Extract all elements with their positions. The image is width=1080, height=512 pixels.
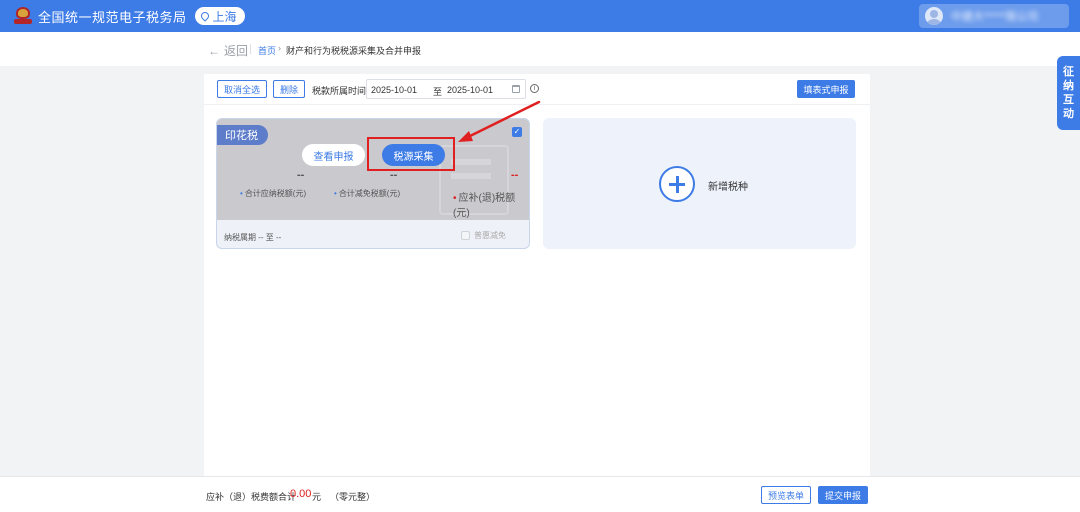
side-tab-char: 纳 (1063, 80, 1074, 92)
region-label: 上海 (212, 9, 237, 24)
back-label: 返回 (224, 44, 249, 58)
user-menu[interactable]: 中建大*****限公司 (919, 4, 1069, 28)
user-name: 中建大*****限公司 (951, 11, 1039, 23)
user-avatar-icon (925, 7, 943, 25)
tax-period: 纳税属期 -- 至 -- (224, 233, 282, 242)
side-tab-char: 征 (1063, 66, 1074, 78)
footer-bar: 应补（退）税费额合计 0.00 元 （零元整） 预览表单 提交申报 (0, 476, 1080, 512)
sum-label: 应补（退）税费额合计 (206, 492, 297, 502)
site-title: 全国统一规范电子税务局 (38, 9, 187, 25)
sum-value: 0.00 (290, 488, 312, 500)
plus-circle-icon[interactable] (659, 166, 695, 202)
location-pin-icon (198, 10, 211, 22)
refund-due-label: • 应补(退)税额(元) (453, 193, 516, 219)
interaction-side-tab[interactable]: 征 纳 互 动 (1057, 56, 1080, 130)
total-relief-label: • 合计减免税额(元) (334, 189, 401, 198)
period-label: 税款所属时间 (312, 86, 367, 96)
refund-due-value: -- (511, 169, 519, 181)
breadcrumb-separator: › (278, 43, 281, 53)
card-checkbox[interactable]: ✓ (512, 127, 522, 137)
divider (204, 104, 870, 105)
tax-type-tag: 印花税 (217, 125, 268, 145)
breadcrumb-bar: ← 返回 首页 › 财产和行为税税源采集及合并申报 (0, 32, 1080, 66)
checkbox-icon[interactable] (461, 231, 470, 240)
annotation-highlight-box (367, 137, 455, 171)
total-payable-label: • 合计应纳税额(元) (240, 189, 307, 198)
add-tax-type-label: 新增税种 (708, 182, 748, 193)
side-tab-char: 互 (1063, 94, 1074, 106)
relief-checkbox[interactable]: 普惠减免 (461, 230, 506, 241)
main-panel: 取消全选 删除 税款所属时间 2025-10-01 至 2025-10-01 i… (204, 74, 870, 476)
preview-form-button[interactable]: 预览表单 (761, 486, 811, 504)
date-from[interactable]: 2025-10-01 (371, 85, 417, 95)
back-link[interactable]: ← 返回 (208, 42, 248, 59)
submit-declaration-button[interactable]: 提交申报 (818, 486, 868, 504)
total-relief-value: -- (390, 169, 398, 181)
breadcrumb-home[interactable]: 首页 (258, 44, 276, 57)
form-declare-button[interactable]: 填表式申报 (797, 80, 855, 98)
date-range-picker[interactable]: 2025-10-01 至 2025-10-01 (366, 79, 526, 99)
calendar-icon[interactable] (512, 85, 520, 93)
add-tax-type-card[interactable]: 新增税种 (543, 118, 856, 249)
back-arrow-icon: ← (208, 44, 220, 58)
sum-words: （零元整） (330, 492, 376, 502)
breadcrumb-current: 财产和行为税税源采集及合并申报 (286, 46, 422, 56)
date-to-word: 至 (433, 87, 443, 97)
cancel-select-all-button[interactable]: 取消全选 (217, 80, 267, 98)
sum-unit: 元 (312, 492, 322, 502)
divider (250, 44, 251, 54)
tax-card-stamp-duty[interactable]: 印花税 ✓ 查看申报 税源采集 -- -- -- • 合计应纳税额(元) • 合计减… (216, 118, 530, 249)
relief-label: 普惠减免 (474, 231, 506, 240)
region-selector[interactable]: 上海 (194, 7, 245, 25)
delete-button[interactable]: 删除 (273, 80, 305, 98)
national-emblem-icon (14, 6, 32, 26)
side-tab-char: 动 (1063, 108, 1074, 120)
view-declaration-button[interactable]: 查看申报 (302, 144, 365, 166)
info-icon[interactable]: i (530, 84, 539, 93)
top-header: 全国统一规范电子税务局 上海 中建大*****限公司 (0, 0, 1080, 32)
total-payable-value: -- (297, 169, 305, 181)
date-to[interactable]: 2025-10-01 (447, 85, 493, 95)
